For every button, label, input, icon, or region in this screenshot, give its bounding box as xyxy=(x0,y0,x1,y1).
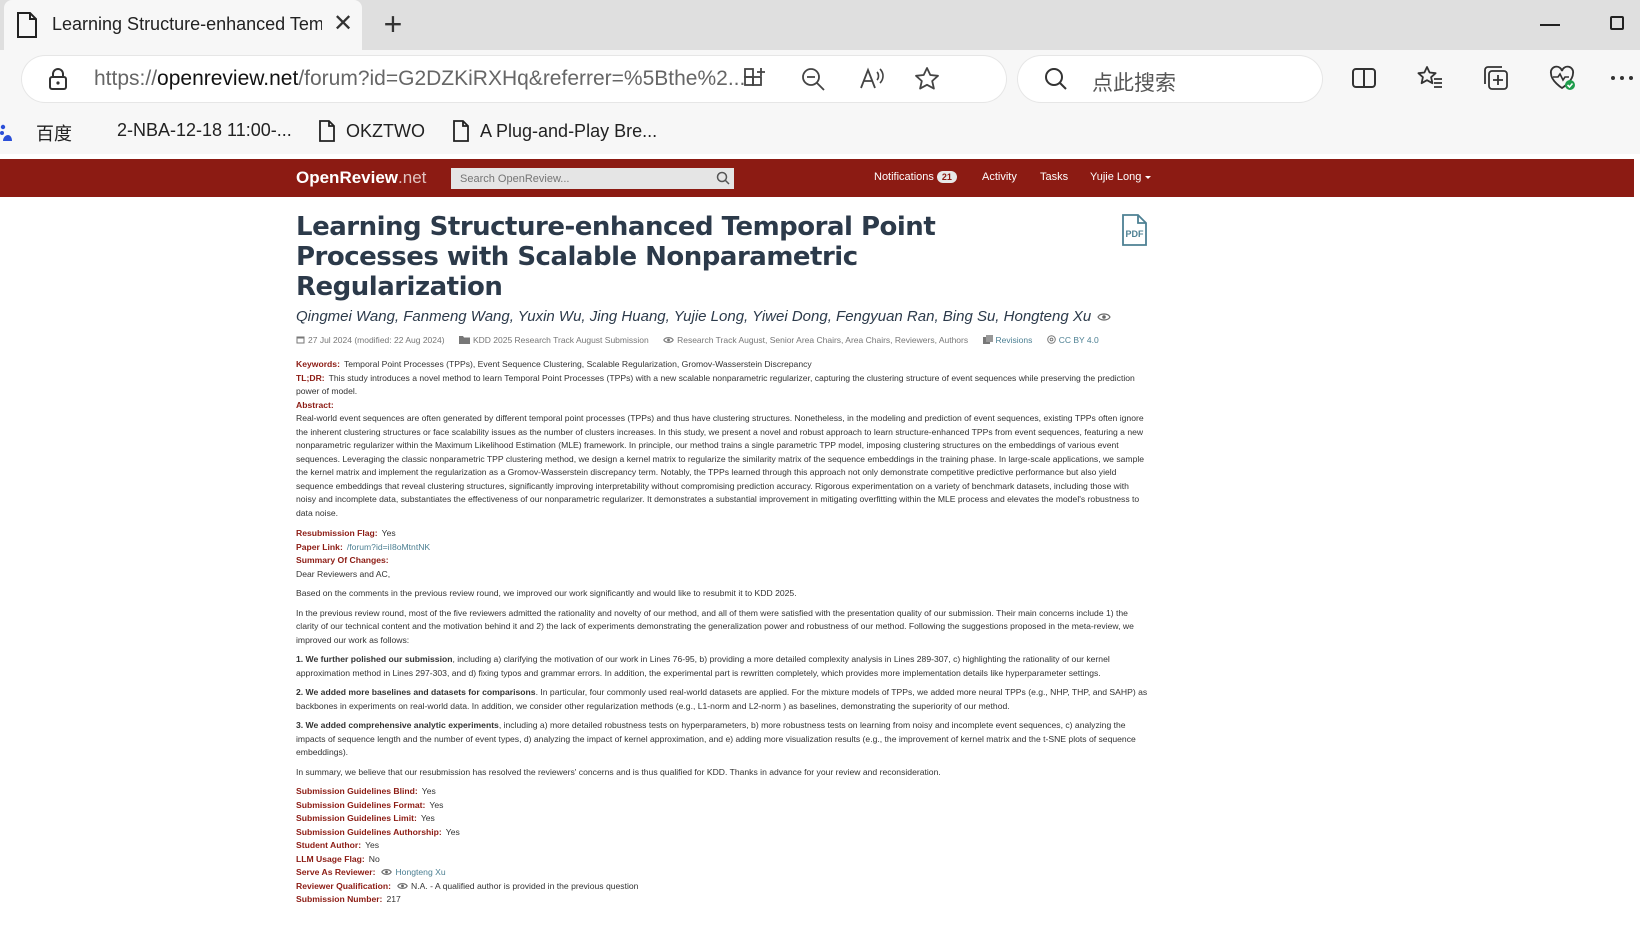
browser-tab-strip: Learning Structure-enhanced Tem ✕ + xyxy=(0,0,1640,50)
summary-paragraph: In summary, we believe that our resubmis… xyxy=(296,766,941,777)
baidu-paw-icon xyxy=(0,124,12,141)
notifications-badge: 21 xyxy=(936,171,957,183)
bookmark-plug-and-play[interactable]: A Plug-and-Play Bre... xyxy=(452,120,657,142)
openreview-navbar: OpenReview.net Notifications21 Activity … xyxy=(0,159,1634,197)
license-link[interactable]: CC BY 4.0 xyxy=(1046,335,1099,345)
browser-essentials-icon[interactable] xyxy=(1548,64,1576,92)
favorite-star-icon[interactable] xyxy=(914,66,940,92)
summary-paragraph: 2. We added more baselines and datasets … xyxy=(296,687,1148,711)
search-placeholder: 点此搜索 xyxy=(1092,72,1176,95)
browser-search-box[interactable]: 点此搜索 xyxy=(1018,56,1322,102)
new-tab-icon[interactable]: + xyxy=(378,8,408,42)
document-icon xyxy=(17,12,37,38)
openreview-search-input[interactable] xyxy=(451,168,734,189)
folder-icon xyxy=(458,336,470,344)
paper-title: Learning Structure-enhanced Temporal Poi… xyxy=(296,212,936,302)
date-meta: 27 Jul 2024 (modified: 22 Aug 2024) xyxy=(296,335,445,345)
summary-paragraph: 3. We added comprehensive analytic exper… xyxy=(296,720,1136,757)
search-icon[interactable] xyxy=(716,171,730,185)
minimize-icon[interactable] xyxy=(1540,24,1560,26)
eye-icon xyxy=(1097,313,1111,321)
restore-icon[interactable] xyxy=(1610,16,1624,30)
browser-toolbar: https://openreview.net/forum?id=G2DZKiRX… xyxy=(0,50,1640,110)
serve-as-reviewer-field: Serve As Reviewer: Hongteng Xu xyxy=(296,867,446,877)
paper-link-field: Paper Link:/forum?id=iI8oMtntNK xyxy=(296,541,431,552)
summary-paragraph: 1. We further polished our submission, i… xyxy=(296,654,1110,678)
guidelines-limit-field: Submission Guidelines Limit: Yes xyxy=(296,813,435,823)
search-icon xyxy=(1045,68,1067,90)
summary-paragraph: Dear Reviewers and AC, xyxy=(296,568,391,579)
submission-number-field: Submission Number: 217 xyxy=(296,894,401,904)
resubmission-field: Resubmission Flag: Yes xyxy=(296,528,396,538)
keywords-field: Keywords: Temporal Point Processes (TPPs)… xyxy=(296,359,812,369)
creative-commons-icon xyxy=(1046,335,1056,344)
lock-icon[interactable] xyxy=(48,67,68,91)
pdf-download-icon[interactable]: PDF xyxy=(1120,214,1148,246)
revisions-icon xyxy=(982,335,993,344)
reviewer-link[interactable]: Hongteng Xu xyxy=(395,867,445,877)
notifications-link[interactable]: Notifications 21 xyxy=(874,171,957,183)
abstract-field: Abstract: Real-world event sequences are … xyxy=(296,399,1148,521)
collections-icon[interactable] xyxy=(1482,64,1510,92)
eye-icon xyxy=(381,869,393,875)
tab-title: Learning Structure-enhanced Tem xyxy=(52,14,322,34)
guidelines-blind-field: Submission Guidelines Blind: Yes xyxy=(296,786,436,796)
zoom-out-icon[interactable] xyxy=(800,66,826,92)
app-grid-icon[interactable] xyxy=(742,66,768,92)
paper-authors: Qingmei Wang, Fanmeng Wang, Yuxin Wu, Ji… xyxy=(296,308,1148,325)
eye-icon xyxy=(397,882,408,889)
readers-meta: Research Track August, Senior Area Chair… xyxy=(663,335,968,345)
svg-text:PDF: PDF xyxy=(1126,229,1145,239)
caret-down-icon xyxy=(1145,175,1152,179)
activity-link[interactable]: Activity xyxy=(982,171,1017,183)
bookmark-nba[interactable]: 2-NBA-12-18 11:00-... xyxy=(117,120,292,141)
guidelines-format-field: Submission Guidelines Format: Yes xyxy=(296,799,444,810)
summary-field: Summary Of Changes: Dear Reviewers and A… xyxy=(296,554,1148,779)
close-tab-icon[interactable]: ✕ xyxy=(332,12,354,36)
tldr-field: TL;DR: This study introduces a novel meth… xyxy=(296,372,1135,397)
eye-icon xyxy=(663,337,674,343)
abstract-text: Real-world event sequences are often gen… xyxy=(296,413,1145,518)
tasks-link[interactable]: Tasks xyxy=(1040,171,1068,183)
paper-fields: Keywords: Temporal Point Processes (TPPs)… xyxy=(296,358,1148,907)
read-aloud-icon[interactable] xyxy=(858,66,884,92)
reviewer-qualification-field: Reviewer Qualification: N.A. - A qualifie… xyxy=(296,880,639,891)
document-icon xyxy=(453,120,469,142)
user-menu[interactable]: Yujie Long xyxy=(1090,171,1152,183)
paper-link[interactable]: /forum?id=iI8oMtntNK xyxy=(347,542,430,552)
llm-usage-field: LLM Usage Flag: No xyxy=(296,853,380,864)
paper-meta: 27 Jul 2024 (modified: 22 Aug 2024) KDD … xyxy=(296,333,1148,348)
calendar-icon xyxy=(296,336,305,344)
bookmark-baidu[interactable]: 百度 xyxy=(0,120,72,146)
split-screen-icon[interactable] xyxy=(1350,64,1378,92)
bookmark-okztwo[interactable]: OKZTWO xyxy=(318,120,425,142)
address-bar[interactable]: https://openreview.net/forum?id=G2DZKiRX… xyxy=(22,56,1006,102)
document-icon xyxy=(319,120,335,142)
url-text[interactable]: https://openreview.net/forum?id=G2DZKiRX… xyxy=(94,67,774,91)
student-author-field: Student Author: Yes xyxy=(296,840,380,850)
guidelines-authorship-field: Submission Guidelines Authorship: Yes xyxy=(296,826,460,837)
browser-tab[interactable]: Learning Structure-enhanced Tem ✕ xyxy=(4,0,362,50)
summary-paragraph: In the previous review round, most of th… xyxy=(296,607,1134,645)
openreview-logo[interactable]: OpenReview.net xyxy=(296,168,426,188)
summary-paragraph: Based on the comments in the previous re… xyxy=(296,588,797,598)
venue-meta: KDD 2025 Research Track August Submissio… xyxy=(458,335,649,345)
revisions-link[interactable]: Revisions xyxy=(982,335,1032,345)
paper-content: Learning Structure-enhanced Temporal Poi… xyxy=(296,212,1148,907)
favorites-icon[interactable] xyxy=(1416,64,1444,92)
more-menu-icon[interactable] xyxy=(1608,64,1636,92)
bookmarks-bar: 百度 2-NBA-12-18 11:00-... OKZTWO A Plug-a… xyxy=(0,110,1640,154)
